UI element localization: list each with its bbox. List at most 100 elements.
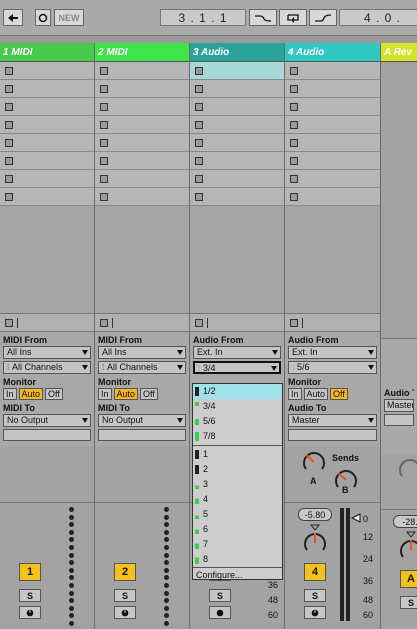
clip-stop-icon[interactable] [5, 85, 13, 93]
clip-slot[interactable] [95, 170, 189, 188]
clip-slot[interactable] [0, 134, 94, 152]
empty-clip-area[interactable] [190, 206, 284, 314]
output-channel-field[interactable] [288, 429, 377, 441]
pan-knob[interactable] [302, 524, 328, 554]
track-header[interactable]: 4 Audio [285, 43, 380, 62]
clip-stop-icon[interactable] [5, 175, 13, 183]
stop-all-clips[interactable] [285, 314, 380, 332]
dropdown-item-6[interactable]: 6 [193, 522, 282, 537]
monitor-in-button[interactable]: In [3, 388, 17, 400]
clip-stop-icon[interactable] [100, 193, 108, 201]
overdub-button[interactable] [35, 9, 51, 26]
empty-clip-area[interactable] [285, 206, 380, 314]
audio-from-select[interactable]: Ext. In [193, 346, 281, 359]
dropdown-item-3-4[interactable]: 3/4 [193, 399, 282, 414]
back-button[interactable] [3, 9, 23, 26]
clip-slot[interactable] [190, 188, 284, 206]
stop-icon[interactable] [5, 319, 13, 327]
track-header[interactable]: 3 Audio [190, 43, 284, 62]
audio-from-select[interactable]: Ext. In [288, 346, 377, 359]
dropdown-item-8[interactable]: 8 [193, 552, 282, 567]
audio-input-channel-select[interactable]: ⁞ 5/6 [288, 361, 377, 374]
clip-stop-icon[interactable] [100, 85, 108, 93]
dropdown-item-7[interactable]: 7 [193, 537, 282, 552]
clip-stop-icon[interactable] [100, 139, 108, 147]
stop-icon[interactable] [100, 319, 108, 327]
clip-stop-icon[interactable] [290, 157, 298, 165]
dropdown-item-1-2[interactable]: 1/2 [193, 384, 282, 399]
clip-stop-icon[interactable] [290, 103, 298, 111]
midi-to-select[interactable]: No Output [98, 414, 186, 427]
stop-all-clips[interactable] [190, 314, 284, 332]
clip-stop-icon[interactable] [290, 175, 298, 183]
clip-stop-icon[interactable] [5, 67, 13, 75]
audio-to-select[interactable]: Master [384, 399, 414, 412]
solo-button[interactable]: S [304, 589, 326, 602]
clip-stop-icon[interactable] [195, 157, 203, 165]
send-a-knob[interactable] [301, 449, 327, 475]
monitor-off-button[interactable]: Off [45, 388, 63, 400]
track-activator-button[interactable]: A [400, 570, 417, 588]
clip-stop-icon[interactable] [195, 139, 203, 147]
empty-clip-area[interactable] [95, 206, 189, 314]
clip-slot[interactable] [95, 152, 189, 170]
clip-slot-selected[interactable] [190, 62, 284, 80]
midi-channel-select[interactable]: ⁞ All Channels [3, 361, 91, 374]
dropdown-item-3[interactable]: 3 [193, 477, 282, 492]
clip-slot[interactable] [285, 116, 380, 134]
clip-stop-icon[interactable] [290, 121, 298, 129]
clip-slot[interactable] [285, 62, 380, 80]
clip-stop-icon[interactable] [195, 193, 203, 201]
stop-all-clips[interactable] [0, 314, 94, 332]
stop-icon[interactable] [290, 319, 298, 327]
clip-slot[interactable] [190, 98, 284, 116]
monitor-in-button[interactable]: In [98, 388, 112, 400]
clip-slot[interactable] [0, 152, 94, 170]
clip-stop-icon[interactable] [5, 139, 13, 147]
clip-slot[interactable] [285, 134, 380, 152]
solo-button[interactable]: S [19, 589, 41, 602]
solo-button[interactable]: S [400, 596, 417, 609]
volume-field[interactable]: -28. [393, 515, 417, 528]
dropdown-item-7-8[interactable]: 7/8 [193, 429, 282, 444]
clip-slot[interactable] [190, 134, 284, 152]
arm-button[interactable] [304, 606, 326, 619]
loop-position[interactable]: 4 . 0 . [339, 9, 417, 26]
clip-slot[interactable] [95, 116, 189, 134]
solo-button[interactable]: S [114, 589, 136, 602]
clip-stop-icon[interactable] [5, 193, 13, 201]
clip-stop-icon[interactable] [5, 103, 13, 111]
track-activator-button[interactable]: 1 [19, 563, 41, 581]
solo-button[interactable]: S [209, 589, 231, 602]
dropdown-item-5-6[interactable]: 5/6 [193, 414, 282, 429]
output-channel-field[interactable] [98, 429, 186, 441]
arm-button[interactable] [209, 606, 231, 619]
empty-clip-area[interactable] [0, 206, 94, 314]
song-position[interactable]: 3 . 1 . 1 [160, 9, 246, 26]
dropdown-item-1[interactable]: 1 [193, 447, 282, 462]
midi-from-select[interactable]: All Ins [98, 346, 186, 359]
clip-slot[interactable] [95, 80, 189, 98]
clip-slot[interactable] [95, 134, 189, 152]
clip-slot[interactable] [190, 80, 284, 98]
monitor-off-button[interactable]: Off [140, 388, 158, 400]
audio-input-channel-select-open[interactable]: ⁞ 3/4 [193, 361, 281, 374]
arm-button[interactable] [19, 606, 41, 619]
follow-button[interactable] [249, 9, 277, 26]
dropdown-configure[interactable]: Configure... [193, 567, 282, 581]
track-activator-button[interactable]: 4 [304, 563, 326, 581]
send-a-knob[interactable] [397, 456, 417, 482]
dropdown-item-5[interactable]: 5 [193, 507, 282, 522]
clip-stop-icon[interactable] [290, 85, 298, 93]
monitor-auto-button[interactable]: Auto [113, 388, 139, 400]
clip-stop-icon[interactable] [290, 193, 298, 201]
dropdown-item-4[interactable]: 4 [193, 492, 282, 507]
volume-field[interactable]: -5.80 [298, 508, 332, 521]
clip-slot[interactable] [190, 152, 284, 170]
clip-slot[interactable] [0, 62, 94, 80]
midi-from-select[interactable]: All Ins [3, 346, 91, 359]
pan-knob[interactable] [398, 531, 417, 561]
clip-slot[interactable] [0, 170, 94, 188]
dropdown-item-2[interactable]: 2 [193, 462, 282, 477]
clip-stop-icon[interactable] [5, 157, 13, 165]
